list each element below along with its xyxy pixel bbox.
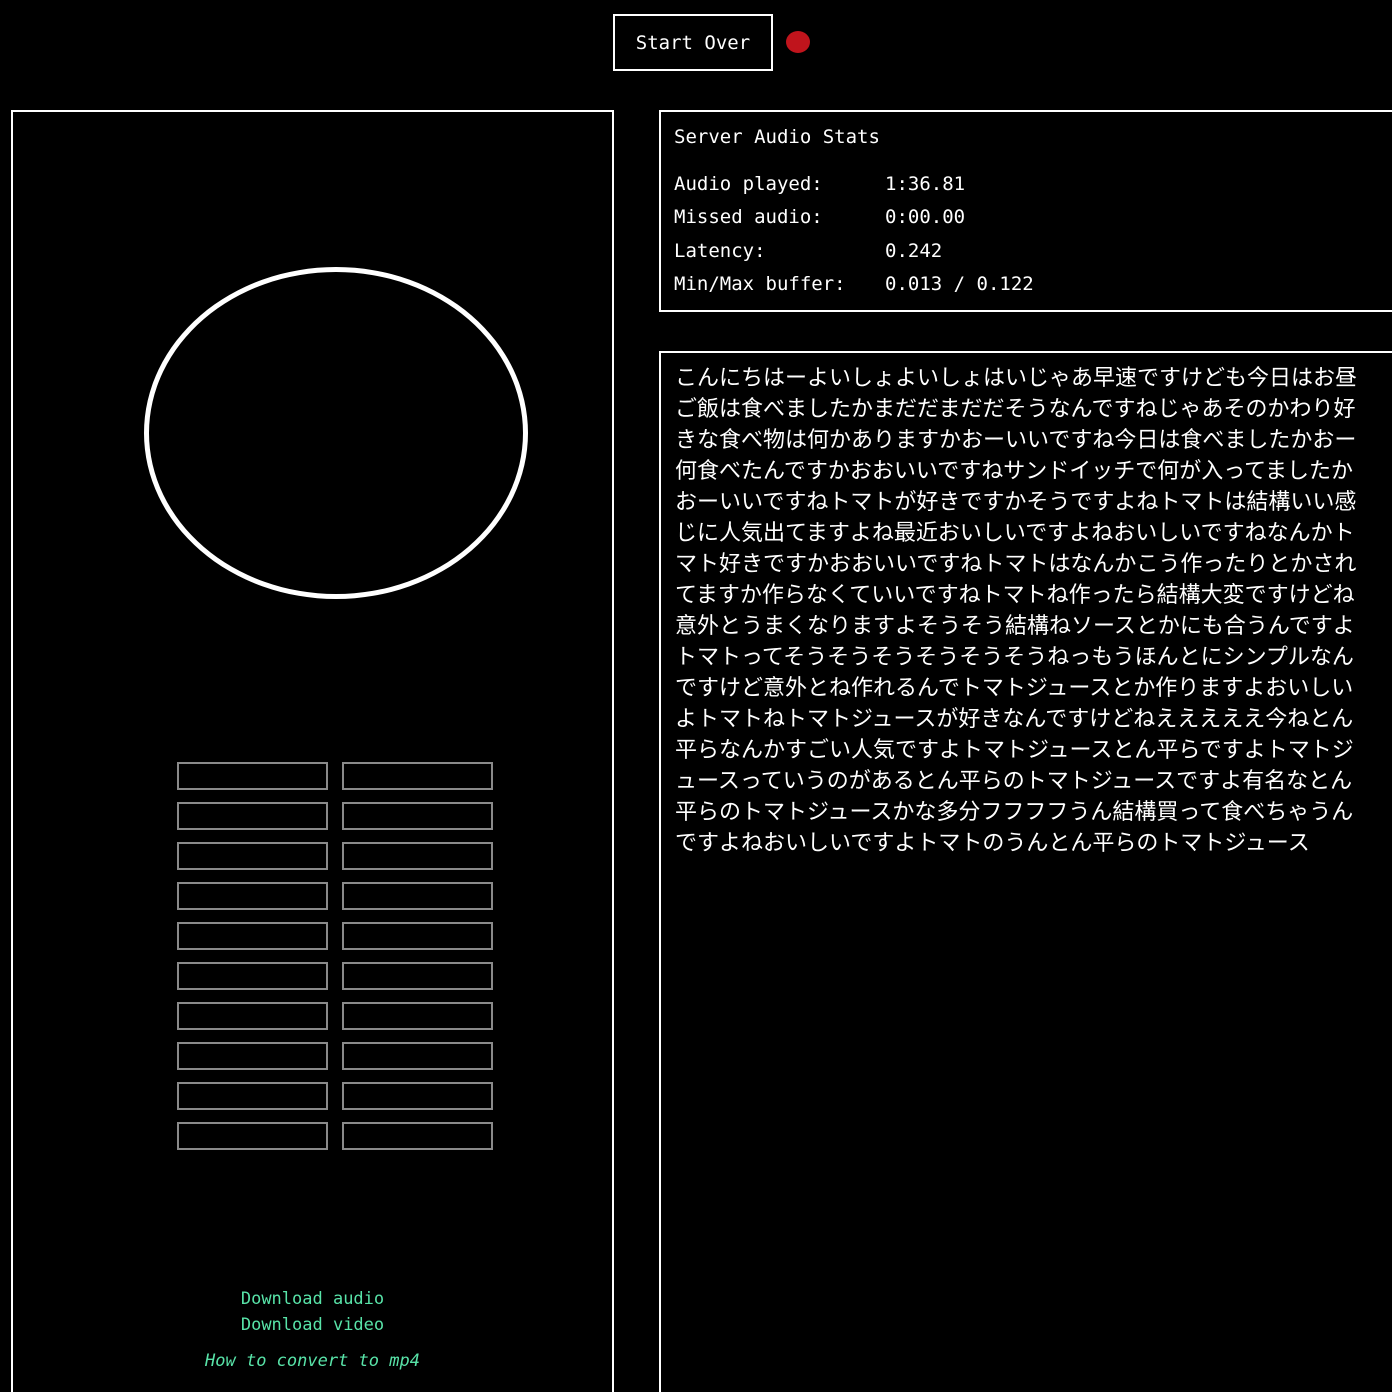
audio-visualizer-panel: Download audio Download video How to con…	[11, 110, 614, 1392]
start-over-button[interactable]: Start Over	[613, 14, 773, 71]
stats-row-audio-played: Audio played: 1:36.81	[674, 167, 1034, 201]
level-meter-bar	[342, 882, 493, 910]
level-meter-bar	[177, 1082, 328, 1110]
stat-value: 0.242	[885, 239, 943, 262]
stats-row-missed-audio: Missed audio: 0:00.00	[674, 201, 1034, 235]
stats-row-min-max-buffer: Min/Max buffer: 0.013 / 0.122	[674, 268, 1034, 302]
level-meter-bar	[342, 1042, 493, 1070]
level-meter-bar	[342, 802, 493, 830]
level-meter-bar	[177, 802, 328, 830]
level-meter-bar	[342, 922, 493, 950]
level-meter-bar	[177, 1002, 328, 1030]
stat-label: Min/Max buffer:	[674, 273, 846, 296]
level-meter-bar	[342, 842, 493, 870]
level-meter-bar	[177, 1122, 328, 1150]
stats-table: Audio played: 1:36.81 Missed audio: 0:00…	[674, 167, 1034, 301]
stat-value: 0:00.00	[885, 206, 966, 229]
how-to-convert-link[interactable]: How to convert to mp4	[13, 1348, 612, 1374]
server-audio-stats-panel: Server Audio Stats Audio played: 1:36.81…	[659, 110, 1392, 312]
stats-title: Server Audio Stats	[674, 126, 880, 148]
stat-value: 1:36.81	[885, 172, 966, 195]
level-meter-bar	[177, 842, 328, 870]
level-meter-grid	[177, 762, 495, 1150]
stat-label: Missed audio:	[674, 206, 823, 229]
recording-indicator-icon	[786, 31, 810, 53]
level-meter-bar	[177, 922, 328, 950]
stat-value: 0.013 / 0.122	[885, 273, 1034, 296]
download-audio-link[interactable]: Download audio	[13, 1286, 612, 1312]
level-meter-bar	[342, 1002, 493, 1030]
transcript-text: こんにちはーよいしょよいしょはいじゃあ早速ですけども今日はお昼ご飯は食べましたか…	[675, 366, 1358, 856]
level-meter-bar	[177, 882, 328, 910]
stat-label: Latency:	[674, 239, 766, 262]
top-bar: Start Over	[0, 0, 1392, 90]
level-meter-bar	[177, 962, 328, 990]
download-links: Download audio Download video How to con…	[13, 1286, 612, 1374]
level-meter-bar	[342, 1082, 493, 1110]
audio-level-circle	[144, 267, 528, 599]
download-video-link[interactable]: Download video	[13, 1312, 612, 1338]
level-meter-bar	[342, 762, 493, 790]
stat-label: Audio played:	[674, 172, 823, 195]
level-meter-bar	[177, 762, 328, 790]
level-meter-bar	[342, 962, 493, 990]
level-meter-bar	[177, 1042, 328, 1070]
transcript-panel[interactable]: こんにちはーよいしょよいしょはいじゃあ早速ですけども今日はお昼ご飯は食べましたか…	[659, 351, 1392, 1392]
level-meter-bar	[342, 1122, 493, 1150]
stats-row-latency: Latency: 0.242	[674, 234, 1034, 268]
